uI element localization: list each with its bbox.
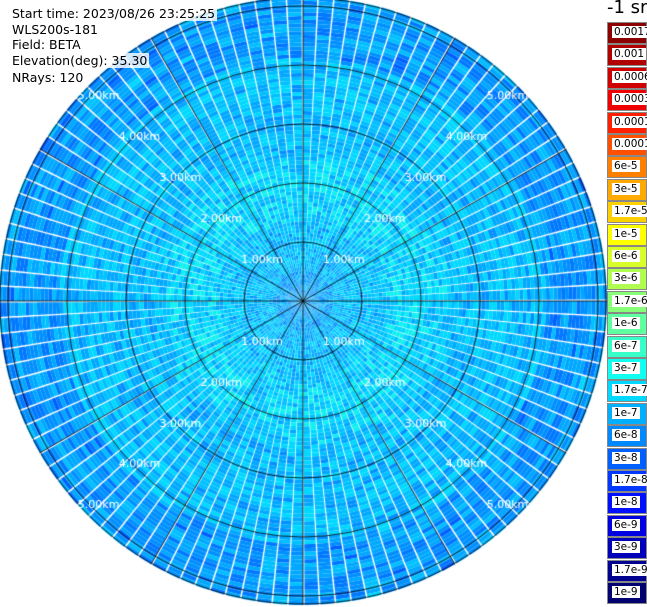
colorbar-swatch: 1e-6 [607,313,647,336]
colorbar-swatch: 0.0001 [607,134,647,156]
colorbar-label: 3e-8 [612,451,640,464]
colorbar-swatch: 3e-5 [607,178,647,201]
colorbar-label: 1.7e-8 [612,474,647,486]
colorbar-label: 6e-9 [612,518,640,531]
colorbar-label: 0.0006 [612,70,647,83]
colorbar-swatch: 1.7e-5 [607,201,647,224]
colorbar-label: 0.001 [612,48,647,61]
colorbar-label: 1.7e-5 [612,205,647,218]
nrays-label: NRays: 120 [11,70,86,85]
colorbar-label: 0.00017 [612,115,647,128]
colorbar-swatch: 3e-9 [607,537,647,560]
colorbar-swatch: 1e-8 [607,492,647,515]
colorbar-label: 6e-8 [612,429,640,442]
colorbar-swatch: 6e-6 [607,246,647,268]
colorbar-swatch: 6e-8 [607,425,647,448]
colorbar-label: 1e-9 [612,586,640,598]
colorbar-swatch: 6e-7 [607,335,647,358]
colorbar-label: 1.7e-9 [612,563,647,576]
colorbar-swatch: 0.0017 [607,22,647,44]
colorbar-swatch: 3e-7 [607,358,647,380]
colorbar-swatch: 6e-5 [607,156,647,179]
colorbar-swatch: 0.0003 [607,89,647,112]
colorbar-swatch: 0.0006 [607,66,647,89]
colorbar-swatch: 1.7e-9 [607,559,647,582]
colorbar-label: 1e-6 [612,317,640,330]
colorbar-swatch: 6e-9 [607,514,647,537]
colorbar-label: 6e-5 [612,160,640,173]
colorbar-unit-title: -1 sr [607,0,647,18]
colorbar-label: 1.7e-6 [612,294,647,307]
colorbar-label: 0.0017 [612,26,647,38]
ppi-scan-plot [0,0,607,607]
colorbar-label: 0.0001 [612,138,647,150]
colorbar-swatch: 1.7e-8 [607,470,647,492]
colorbar-label: 3e-6 [612,272,640,285]
colorbar-label: 0.0003 [612,93,647,106]
colorbar-swatch: 1e-5 [607,223,647,246]
instrument-label: WLS200s-181 [11,22,100,37]
colorbar-label: 3e-7 [612,362,640,374]
colorbar-label: 3e-9 [612,541,640,554]
start-time-label: Start time: 2023/08/26 23:25:25 [11,6,218,21]
colorbar-swatch: 1.7e-6 [607,290,647,313]
colorbar-swatch: 0.00017 [607,111,647,134]
colorbar-swatch: 1e-9 [607,582,647,604]
elevation-label: Elevation(deg): 35.30 [11,53,150,68]
colorbar-label: 3e-5 [612,182,640,195]
colorbar-label: 1e-7 [612,406,640,419]
colorbar-label: 1e-5 [612,227,640,240]
colorbar-swatch: 1e-7 [607,402,647,425]
field-label: Field: BETA [11,37,83,52]
colorbar-label: 1e-8 [612,496,640,509]
colorbar-label: 6e-7 [612,339,640,352]
colorbar-swatch: 3e-6 [607,268,647,291]
colorbar-label: 6e-6 [612,250,640,262]
colorbar-swatch: 0.001 [607,44,647,67]
colorbar-label: 1.7e-7 [612,384,647,397]
colorbar-swatch: 3e-8 [607,447,647,470]
colorbar-swatch: 1.7e-7 [607,380,647,403]
